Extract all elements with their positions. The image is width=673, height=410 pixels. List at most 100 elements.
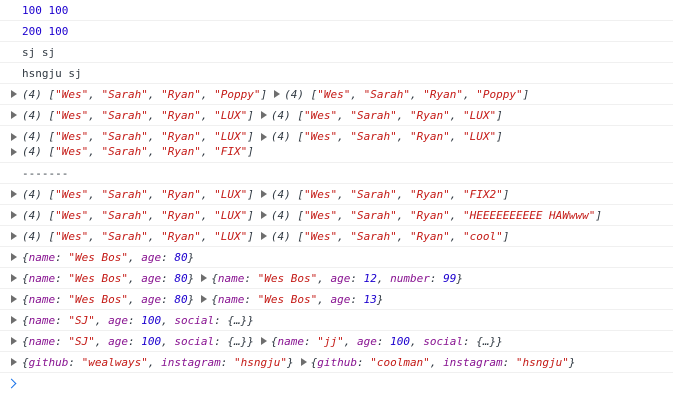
expand-triangle-icon[interactable] [260,132,267,141]
expand-triangle-icon[interactable] [11,111,17,119]
console-message: (4) ["Wes", "Sarah", "Ryan", "LUX"] (4) [… [0,184,673,205]
array-item: "Ryan" [161,229,201,243]
array-prefix: (4) [ [22,187,56,201]
expand-triangle-icon[interactable] [260,337,267,345]
array-separator: , [88,130,102,143]
console-message: (4) ["Wes", "Sarah", "Ryan", "LUX"] (4) [… [0,105,673,126]
expand-triangle-icon[interactable] [201,274,208,282]
expand-triangle-icon[interactable] [11,316,17,324]
object-key: instagram [443,355,503,369]
object-colon: : [161,292,175,306]
expand-triangle-icon[interactable] [300,358,307,366]
array-item: "Wes" [55,208,89,222]
console-message: sj sj [0,42,673,63]
array-separator: , [396,187,410,201]
console-object[interactable]: {name: "jj", age: 100, social: {…}} [271,335,503,348]
expand-triangle-icon[interactable] [201,295,208,303]
object-key: age [330,292,351,306]
console-array[interactable]: (4) ["Wes", "Sarah", "Ryan", "LUX"] [271,130,503,143]
array-item: "Ryan" [161,130,201,143]
object-key: age [141,292,162,306]
console-array[interactable]: (4) ["Wes", "Sarah", "Ryan", "LUX"] [22,109,254,122]
expand-triangle-icon[interactable] [260,111,267,119]
array-prefix: (4) [ [22,229,56,243]
array-item: "Wes" [303,208,338,222]
array-separator: , [88,208,102,222]
object-value: 100 [141,334,162,348]
array-separator: , [147,87,162,101]
object-colon: : [55,334,69,348]
log-text: hsngju sj [22,66,82,80]
console-object[interactable]: {name: "Wes Bos", age: 80} [22,272,194,285]
object-value: {…} [476,334,497,348]
expand-triangle-icon[interactable] [11,253,17,261]
array-bracket: ] [522,87,530,101]
console-array[interactable]: (4) ["Wes", "Sarah", "Ryan", "Poppy"] [284,88,529,101]
array-separator: , [200,208,215,222]
expand-triangle-icon[interactable] [11,295,17,303]
array-item: "Sarah" [350,208,397,222]
array-item: "Poppy" [214,87,261,101]
console-object[interactable]: {name: "Wes Bos", age: 12, number: 99} [211,272,463,285]
array-prefix: (4) [ [270,108,304,122]
expand-triangle-icon[interactable] [11,358,17,366]
object-separator: , [429,355,444,369]
expand-triangle-icon[interactable] [11,232,17,240]
object-value: 80 [174,271,188,285]
console-array[interactable]: (4) ["Wes", "Sarah", "Ryan", "LUX"] [22,209,254,222]
console-message: {name: "SJ", age: 100, social: {…}} [0,310,673,331]
expand-triangle-icon[interactable] [260,232,267,240]
expand-triangle-icon[interactable] [11,147,17,156]
object-separator: , [127,292,142,306]
object-brace: { [270,334,278,348]
array-separator: , [350,87,364,101]
console-array[interactable]: (4) ["Wes", "Sarah", "Ryan", "FIX"] [22,145,254,158]
array-separator: , [396,229,410,243]
expand-triangle-icon[interactable] [274,90,281,98]
object-colon: : [304,334,318,348]
console-object[interactable]: {name: "Wes Bos", age: 80} [22,251,194,264]
object-separator: , [161,334,175,348]
object-value: "hsngju" [233,355,287,369]
console-prompt[interactable] [0,373,673,393]
array-prefix: (4) [ [270,130,304,143]
expand-triangle-icon[interactable] [11,90,17,98]
array-separator: , [200,87,215,101]
console-message: {name: "Wes Bos", age: 80} {name: "Wes Bo… [0,289,673,310]
console-array[interactable]: (4) ["Wes", "Sarah", "Ryan", "LUX"] [22,188,254,201]
array-bracket: ] [502,229,510,243]
array-separator: , [396,130,410,143]
array-prefix: (4) [ [22,87,56,101]
expand-triangle-icon[interactable] [260,190,267,198]
console-array[interactable]: (4) ["Wes", "Sarah", "Ryan", "LUX"] [22,230,254,243]
expand-triangle-icon[interactable] [11,274,17,282]
expand-triangle-icon[interactable] [11,337,17,345]
console-object[interactable]: {github: "coolman", instagram: "hsngju"} [311,356,576,369]
array-separator: , [147,208,162,222]
object-value: 13 [363,292,377,306]
object-separator: , [94,313,109,327]
object-key: social [174,313,215,327]
expand-triangle-icon[interactable] [11,132,17,141]
array-bracket: ] [260,87,268,101]
array-separator: , [88,145,102,158]
array-separator: , [88,87,102,101]
console-array[interactable]: (4) ["Wes", "Sarah", "Ryan", "HEEEEEEEEE… [271,209,602,222]
console-object[interactable]: {github: "wealways", instagram: "hsngju"… [22,356,294,369]
expand-triangle-icon[interactable] [260,211,267,219]
console-array[interactable]: (4) ["Wes", "Sarah", "Ryan", "LUX"] [271,109,503,122]
console-array[interactable]: (4) ["Wes", "Sarah", "Ryan", "Poppy"] [22,88,267,101]
console-object[interactable]: {name: "Wes Bos", age: 13} [211,293,383,306]
object-brace: } [187,250,195,264]
expand-triangle-icon[interactable] [11,211,17,219]
expand-triangle-icon[interactable] [11,190,17,198]
console-array[interactable]: (4) ["Wes", "Sarah", "Ryan", "cool"] [271,230,509,243]
console-array[interactable]: (4) ["Wes", "Sarah", "Ryan", "FIX2"] [271,188,509,201]
object-value: "Wes Bos" [257,271,318,285]
array-separator: , [409,87,424,101]
console-object[interactable]: {name: "SJ", age: 100, social: {…}} [22,335,254,348]
console-object[interactable]: {name: "SJ", age: 100, social: {…}} [22,314,254,327]
object-brace: { [211,292,218,306]
console-object[interactable]: {name: "Wes Bos", age: 80} [22,293,194,306]
console-array[interactable]: (4) ["Wes", "Sarah", "Ryan", "LUX"] [22,130,254,143]
